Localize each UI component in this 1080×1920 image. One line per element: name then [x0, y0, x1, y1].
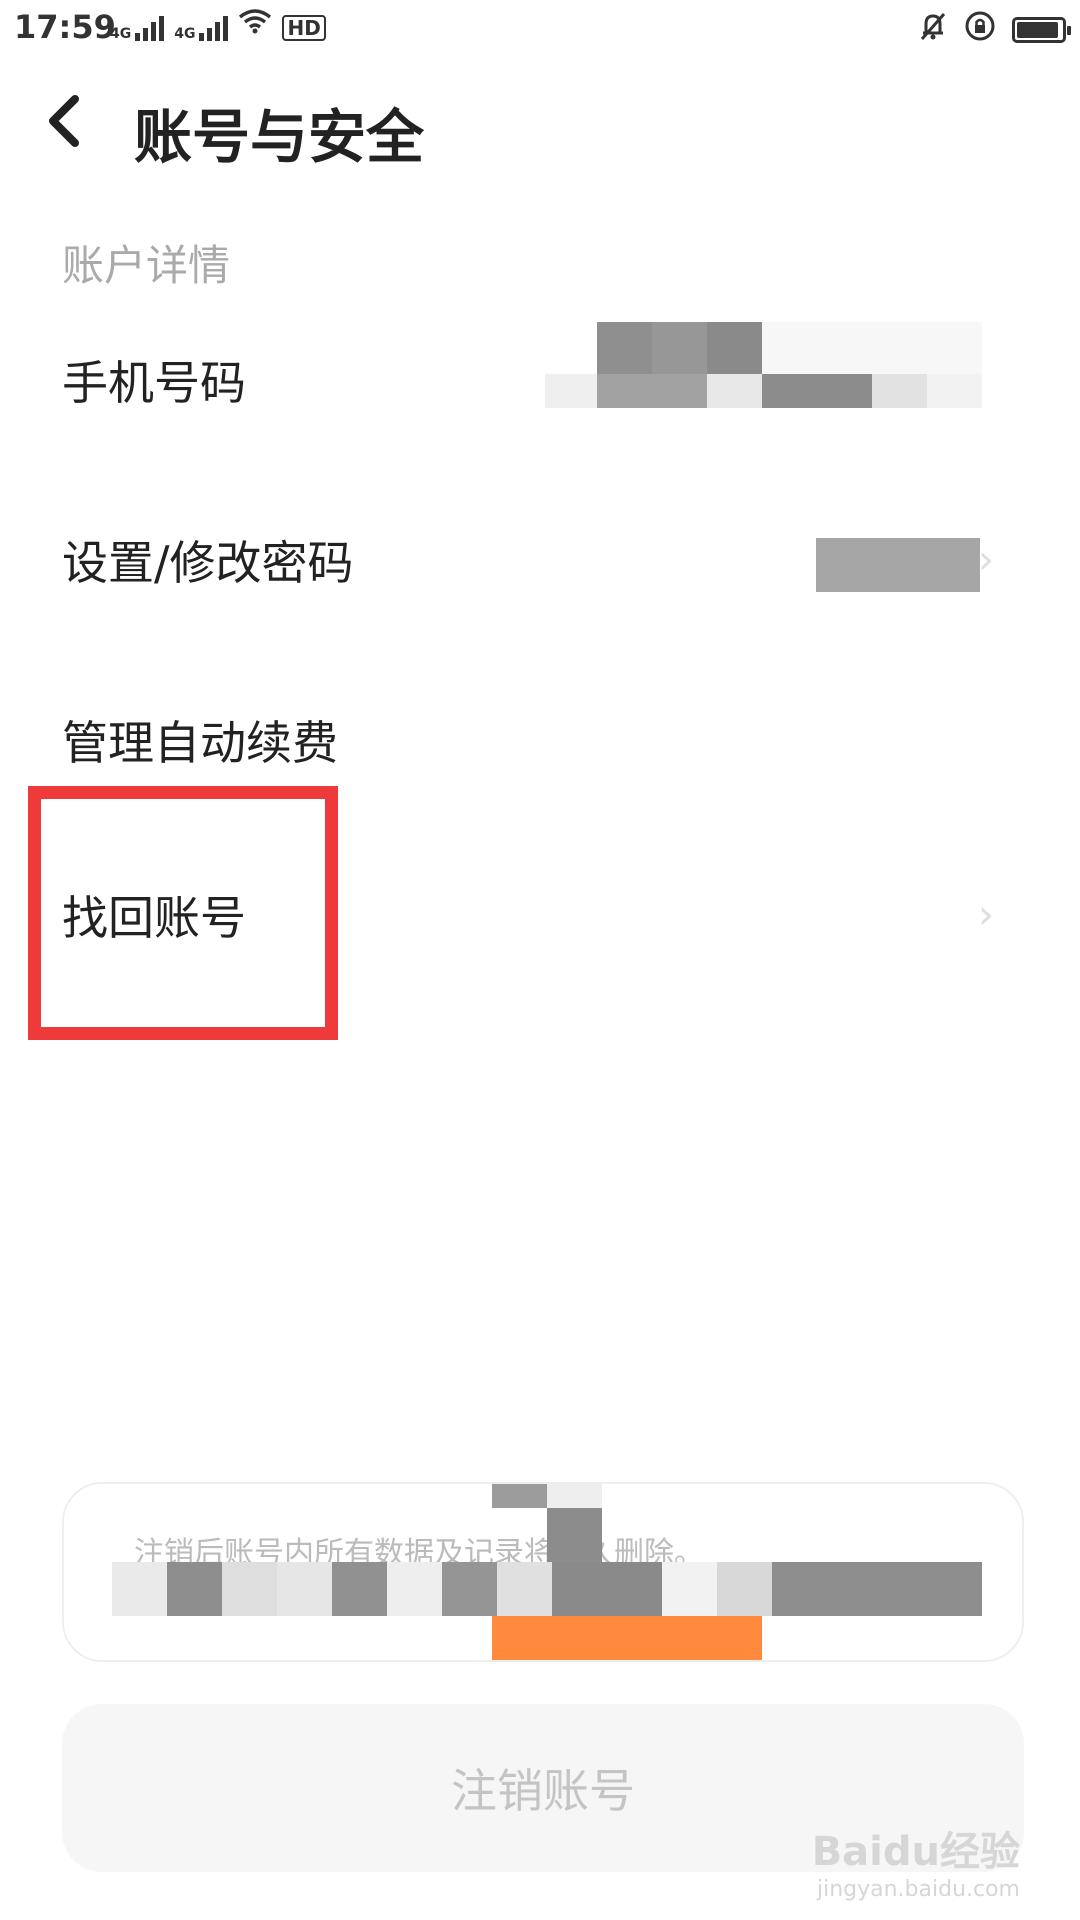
list-item-phone-number[interactable]: 手机号码 [0, 305, 1080, 455]
battery-icon [1012, 16, 1071, 43]
wifi-icon [238, 8, 272, 41]
status-time: 17:59 [14, 8, 116, 46]
header: 账号与安全 [0, 80, 1080, 171]
signal-icon-2: 4G [174, 15, 229, 42]
list-item-label: 设置/修改密码 [62, 536, 354, 590]
rotation-lock-icon [964, 10, 996, 49]
status-bar: 17:59 4G 4G HD [0, 0, 1080, 60]
list-item-password[interactable]: 设置/修改密码 › [0, 485, 1080, 635]
bell-muted-icon [918, 11, 948, 48]
signal-icon-1: 4G [110, 15, 165, 42]
baidu-watermark: Baidu经验 jingyan.baidu.com [812, 1819, 1020, 1902]
watermark-sub: jingyan.baidu.com [816, 1877, 1020, 1902]
watermark-main: Baidu经验 [811, 1829, 1020, 1875]
hd-icon: HD [282, 15, 326, 41]
chevron-right-icon: › [978, 892, 994, 938]
status-right-icons [918, 10, 1071, 49]
page-title: 账号与安全 [134, 103, 425, 171]
section-title: 账户详情 [62, 241, 231, 290]
list-item-label: 手机号码 [62, 356, 246, 410]
chevron-right-icon: › [978, 537, 994, 583]
highlight-annotation [28, 786, 338, 1040]
accent-block [492, 1616, 762, 1660]
password-status-redacted [816, 538, 980, 592]
deactivation-notice: 注销后账号内所有数据及记录将永久删除。 [62, 1482, 1024, 1662]
battery-fill [1017, 21, 1058, 38]
back-icon[interactable] [34, 86, 94, 156]
status-left-icons: 4G 4G HD [110, 8, 326, 41]
list-item-label: 管理自动续费 [62, 716, 338, 770]
network-type-label: 4G [110, 26, 132, 42]
network-type-label: 4G [174, 26, 196, 42]
